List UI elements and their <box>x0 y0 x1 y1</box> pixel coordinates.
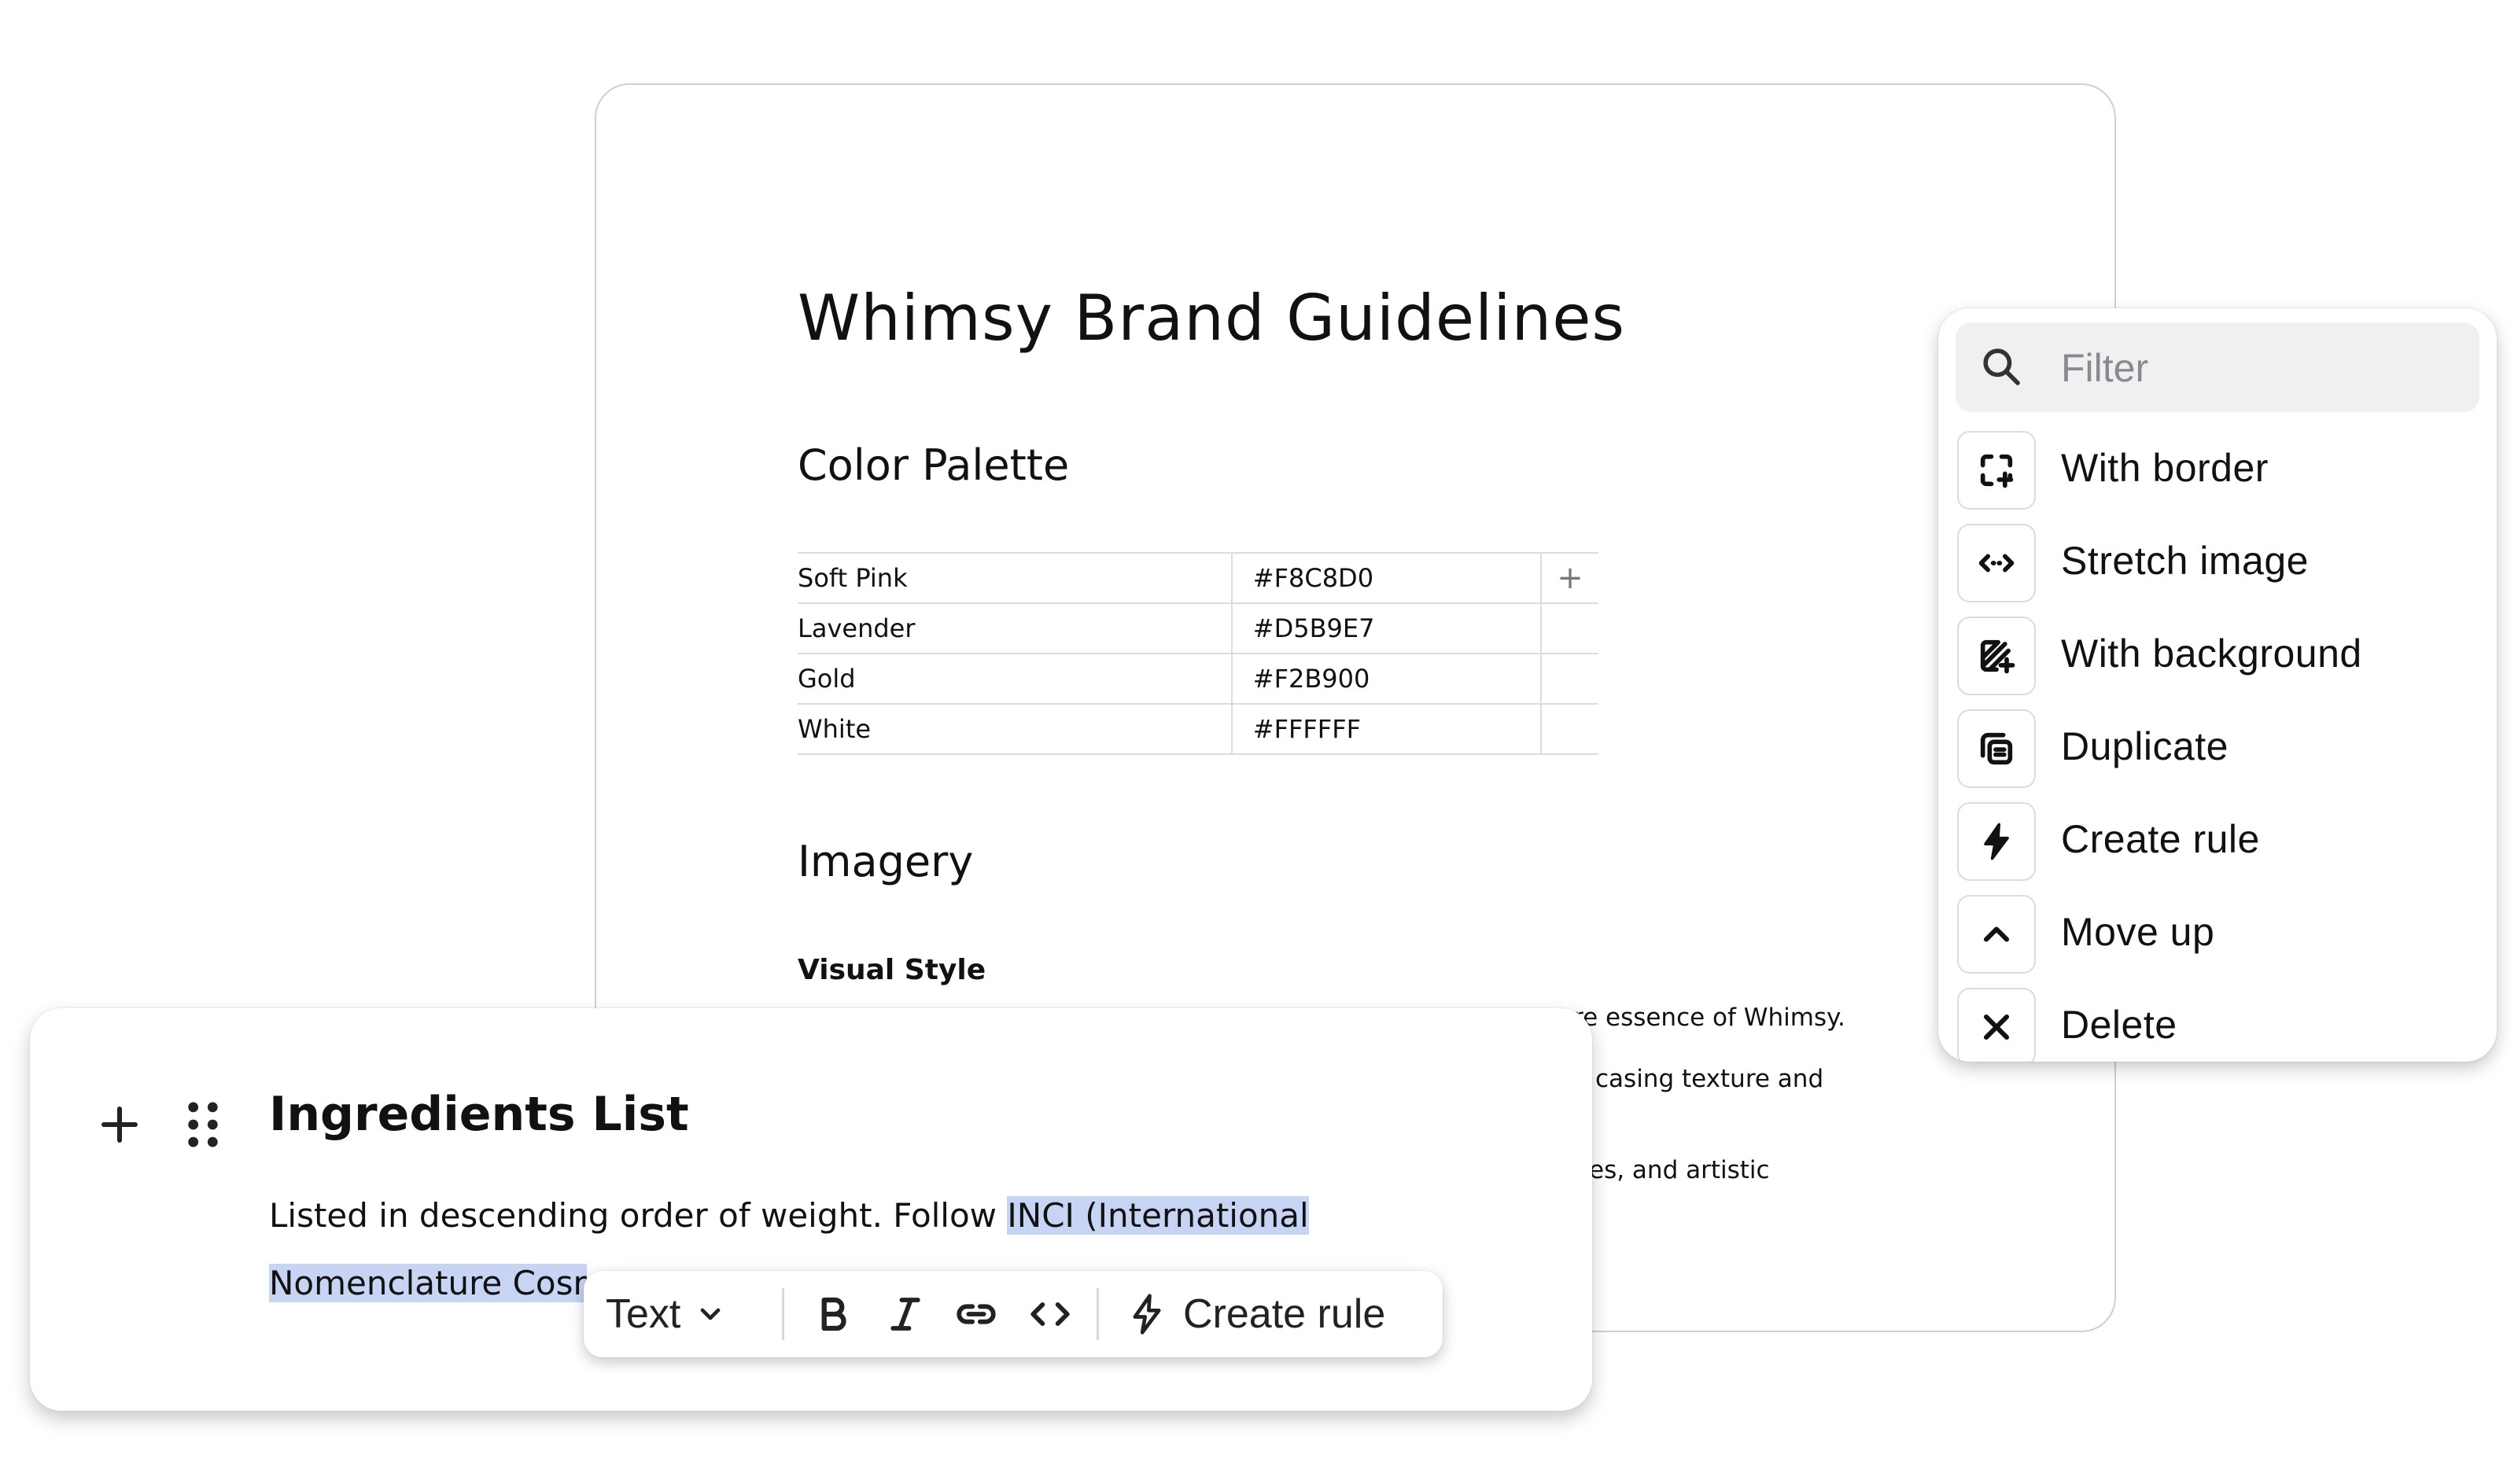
chevron-down-icon <box>701 1308 721 1320</box>
table-cell-hex[interactable]: #F2B900 <box>1230 653 1542 705</box>
menu-item-label: Duplicate <box>2061 724 2229 768</box>
selected-text: INCI (International <box>1007 1196 1309 1235</box>
link-icon <box>957 1304 996 1324</box>
paragraph-line[interactable]: Nomenclature Cosr <box>269 1260 587 1307</box>
add-block-icon[interactable] <box>96 1101 143 1148</box>
filter-box <box>1956 322 2479 412</box>
bold-icon <box>821 1297 846 1331</box>
menu-item-duplicate[interactable]: Duplicate <box>1957 709 2476 791</box>
menu-item-with-border[interactable]: With border <box>1957 431 2476 513</box>
background-edit-icon <box>1957 617 2036 695</box>
table-row: White #FFFFFF <box>798 703 1598 755</box>
color-palette-table: Soft Pink #F8C8D0 + Lavender #D5B9E7 Gol… <box>798 552 1598 755</box>
menu-item-delete[interactable]: Delete <box>1957 988 2476 1062</box>
table-cell-empty <box>1540 703 1598 755</box>
link-button[interactable] <box>953 1282 999 1346</box>
table-cell-empty <box>1540 602 1598 654</box>
toolbar-divider <box>782 1288 784 1340</box>
chevron-up-icon <box>1957 895 2036 974</box>
table-cell-name[interactable]: Soft Pink <box>798 552 1232 604</box>
selected-text: Nomenclature Cosr <box>269 1264 587 1302</box>
table-cell-hex[interactable]: #D5B9E7 <box>1230 602 1542 654</box>
subheading-visual-style: Visual Style <box>798 954 986 986</box>
table-cell-name[interactable]: White <box>798 703 1232 755</box>
table-cell-name[interactable]: Gold <box>798 653 1232 705</box>
create-rule-label: Create rule <box>1183 1291 1386 1337</box>
table-row: Lavender #D5B9E7 <box>798 602 1598 654</box>
bolt-icon <box>1957 802 2036 881</box>
menu-item-label: With background <box>2061 632 2362 676</box>
bold-button[interactable] <box>812 1282 854 1346</box>
close-icon <box>1957 988 2036 1062</box>
menu-item-label: With border <box>2061 446 2269 490</box>
table-cell-hex[interactable]: #F8C8D0 <box>1230 552 1542 604</box>
table-row: Gold #F2B900 <box>798 653 1598 705</box>
block-actions-menu: With border Stretch image With backgroun… <box>1938 308 2497 1062</box>
menu-item-stretch-image[interactable]: Stretch image <box>1957 524 2476 606</box>
menu-item-label: Delete <box>2061 1003 2177 1047</box>
paragraph-text: Listed in descending order of weight. Fo… <box>269 1196 1008 1235</box>
block-heading[interactable]: Ingredients List <box>269 1087 689 1142</box>
menu-item-label: Stretch image <box>2061 539 2309 583</box>
menu-item-label: Move up <box>2061 910 2215 954</box>
frame-plus-icon <box>1957 431 2036 510</box>
table-cell-empty <box>1540 653 1598 705</box>
stretch-arrows-icon <box>1957 524 2036 602</box>
menu-item-with-background[interactable]: With background <box>1957 617 2476 698</box>
table-cell-hex[interactable]: #FFFFFF <box>1230 703 1542 755</box>
section-heading-color-palette: Color Palette <box>798 440 1070 490</box>
table-row: Soft Pink #F8C8D0 + <box>798 552 1598 604</box>
body-text-fragment: es, and artistic <box>1589 1156 1770 1184</box>
code-icon <box>1030 1302 1070 1326</box>
menu-item-create-rule[interactable]: Create rule <box>1957 802 2476 884</box>
document-title: Whimsy Brand Guidelines <box>798 282 1626 355</box>
drag-handle-icon[interactable] <box>179 1099 227 1150</box>
text-style-label: Text <box>606 1291 681 1337</box>
menu-item-move-up[interactable]: Move up <box>1957 895 2476 977</box>
body-text-fragment: re essence of Whimsy. <box>1573 1003 1845 1032</box>
section-heading-imagery: Imagery <box>798 837 974 886</box>
text-style-dropdown[interactable]: Text <box>606 1282 726 1346</box>
filter-input[interactable] <box>2059 338 2472 398</box>
paragraph-line[interactable]: Listed in descending order of weight. Fo… <box>269 1192 1309 1239</box>
body-text-fragment: casing texture and <box>1595 1065 1824 1093</box>
bolt-icon <box>1133 1294 1161 1335</box>
create-rule-button[interactable]: Create rule <box>1125 1282 1385 1346</box>
copy-icon <box>1957 709 2036 788</box>
formatting-toolbar: Text Create rule <box>584 1271 1443 1357</box>
add-column-button[interactable]: + <box>1540 552 1598 604</box>
italic-button[interactable] <box>884 1282 927 1346</box>
toolbar-divider <box>1097 1288 1099 1340</box>
code-button[interactable] <box>1027 1282 1073 1346</box>
search-icon <box>1983 348 2020 385</box>
table-cell-name[interactable]: Lavender <box>798 602 1232 654</box>
menu-item-label: Create rule <box>2061 817 2260 861</box>
italic-icon <box>890 1298 920 1331</box>
